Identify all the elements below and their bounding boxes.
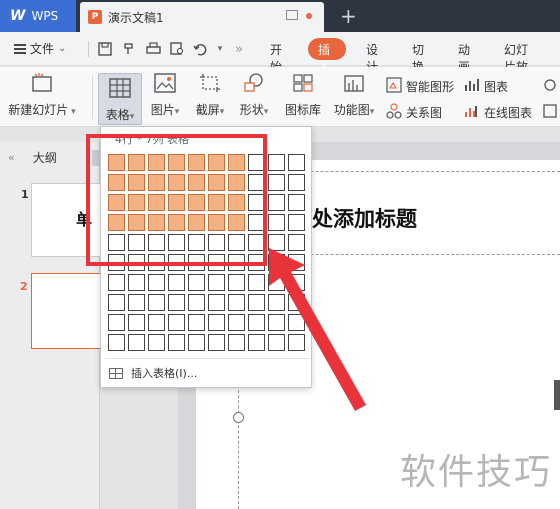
watermark: 软件技巧 (392, 428, 560, 509)
watermark-text: 软件技巧 (399, 451, 552, 493)
arrow-shape (269, 248, 366, 411)
